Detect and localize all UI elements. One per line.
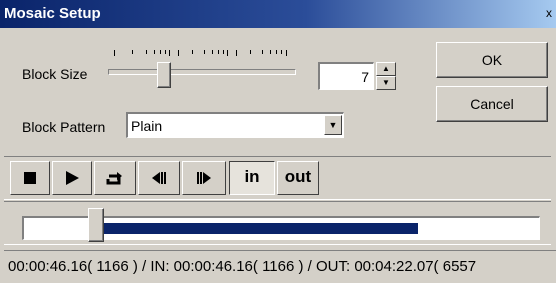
stop-button[interactable] <box>10 161 50 195</box>
slider-ticks <box>112 50 292 58</box>
spin-up-button[interactable]: ▲ <box>376 62 396 76</box>
block-pattern-label: Block Pattern <box>22 119 106 135</box>
play-icon <box>66 171 79 185</box>
step-forward-button[interactable] <box>182 161 226 195</box>
block-size-field[interactable]: 7 <box>318 62 374 90</box>
ok-button[interactable]: OK <box>436 42 548 78</box>
step-back-icon <box>152 172 166 184</box>
block-pattern-select[interactable]: Plain ▼ <box>126 112 344 138</box>
timecode-status: 00:00:46.16( 1166 ) / IN: 00:00:46.16( 1… <box>4 250 556 282</box>
block-size-label: Block Size <box>22 66 88 82</box>
seek-thumb[interactable] <box>87 208 104 242</box>
title-bar[interactable]: Mosaic Setup x <box>0 0 556 28</box>
chevron-down-icon[interactable]: ▼ <box>324 115 342 135</box>
mosaic-setup-dialog: Mosaic Setup x Block Size 7 ▲ ▼ OK Cance… <box>0 0 556 283</box>
step-back-button[interactable] <box>138 161 180 195</box>
window-title: Mosaic Setup <box>4 5 101 22</box>
block-pattern-value: Plain <box>131 118 163 134</box>
stop-icon <box>24 172 36 184</box>
mark-in-button[interactable]: in <box>229 161 275 195</box>
block-size-slider-track[interactable] <box>108 69 296 75</box>
seek-area <box>4 201 551 245</box>
loop-icon <box>106 172 122 185</box>
play-button[interactable] <box>52 161 92 195</box>
spin-down-button[interactable]: ▼ <box>376 76 396 90</box>
block-size-slider-thumb[interactable] <box>156 62 171 88</box>
step-forward-icon <box>197 172 211 184</box>
close-button[interactable]: x <box>544 4 554 22</box>
transport-toolbar: in out <box>4 156 551 200</box>
mark-out-button[interactable]: out <box>277 161 319 195</box>
cancel-button[interactable]: Cancel <box>436 86 548 122</box>
seek-range-fill <box>96 223 418 234</box>
loop-button[interactable] <box>94 161 136 195</box>
